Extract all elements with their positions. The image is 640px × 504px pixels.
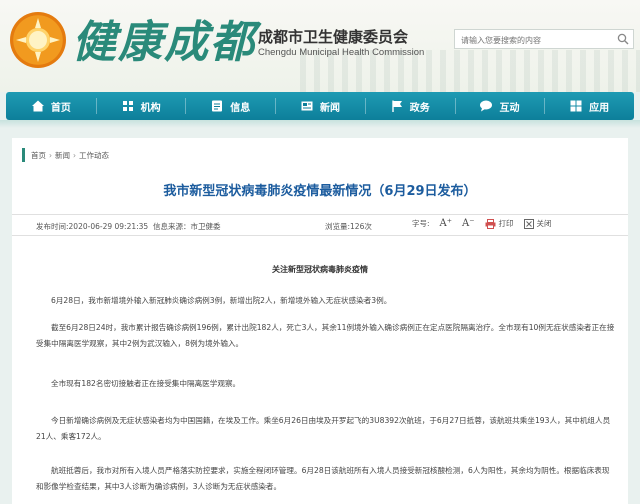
article-paragraph: 全市现有182名密切接触者正在接受集中隔离医学观察。	[51, 379, 241, 388]
article-tools: 字号: A⁺ A⁻ 打印 关闭	[412, 218, 552, 229]
nav-shadow-strip	[0, 120, 640, 128]
info-icon	[212, 100, 223, 112]
nav-label: 互动	[499, 102, 520, 114]
flag-icon	[392, 100, 402, 112]
font-size-control: 字号:	[412, 218, 430, 229]
article-paragraph: 航班抵蓉后，我市对所有入境人员严格落实防控要求，实施全程闭环管理。6月28日该航…	[36, 466, 610, 491]
main-nav: 首页 机构 信息 新闻 政务 互动 应用	[6, 92, 634, 120]
building-icon	[122, 101, 133, 111]
search-input[interactable]	[459, 31, 613, 49]
site-header: 健康成都 成都市卫生健康委员会 Chengdu Municipal Health…	[0, 0, 640, 92]
print-label: 打印	[498, 219, 514, 228]
close-icon	[523, 218, 534, 229]
search-box	[454, 29, 634, 49]
nav-label: 信息	[230, 102, 251, 114]
article-subtitle: 关注新型冠状病毒肺炎疫情	[272, 265, 368, 274]
printer-icon	[485, 218, 496, 229]
brand-calligraphy: 健康成都	[72, 17, 256, 68]
nav-label: 首页	[50, 102, 71, 114]
nav-item-affairs[interactable]: 政务	[364, 92, 455, 120]
publish-time: 发布时间:2020-06-29 09:21:35	[36, 222, 149, 231]
font-increase-button[interactable]: A⁺	[440, 218, 453, 229]
print-button[interactable]: 打印	[485, 218, 514, 229]
breadcrumb-separator: ›	[73, 150, 76, 160]
breadcrumb-item-home[interactable]: 首页	[31, 150, 46, 161]
breadcrumb-item-news[interactable]: 新闻	[55, 150, 70, 161]
article-meta-bar: 发布时间:2020-06-29 09:21:35 信息来源：市卫健委 浏览量:1…	[12, 214, 628, 236]
nav-item-info[interactable]: 信息	[185, 92, 275, 120]
article-paragraph: 截至6月28日24时，我市累计报告确诊病例196例，累计出院182人，死亡3人，…	[36, 323, 615, 348]
logo-icon[interactable]	[10, 12, 66, 68]
article-container: 首页 › 新闻 › 工作动态 我市新型冠状病毒肺炎疫情最新情况（6月29日发布）…	[12, 138, 628, 504]
font-increase-icon: A⁺	[439, 218, 453, 229]
view-count: 浏览量:126次	[325, 222, 372, 231]
nav-item-institutions[interactable]: 机构	[95, 92, 186, 120]
nav-item-home[interactable]: 首页	[6, 92, 96, 120]
font-decrease-button[interactable]: A⁻	[462, 218, 475, 229]
chat-icon	[480, 100, 493, 112]
nav-label: 应用	[589, 102, 610, 114]
article-paragraph: 今日新增确诊病例及无症状感染者均为中国国籍，在埃及工作。乘坐6月26日由埃及开罗…	[36, 416, 611, 441]
search-icon[interactable]	[617, 33, 629, 45]
meta-publish-info: 发布时间:2020-06-29 09:21:35 信息来源：市卫健委	[36, 221, 220, 232]
home-icon	[31, 100, 44, 112]
nav-label: 新闻	[320, 102, 341, 114]
font-size-label: 字号:	[412, 219, 430, 228]
close-button[interactable]: 关闭	[523, 218, 552, 229]
nav-item-apps[interactable]: 应用	[544, 92, 634, 120]
font-decrease-icon: A⁻	[462, 218, 475, 229]
nav-label: 政务	[409, 102, 430, 114]
org-name: 成都市卫生健康委员会	[258, 28, 409, 46]
article-paragraph: 6月28日，我市新增境外输入新冠肺炎确诊病例3例，新增出院2人，新增境外输入无症…	[51, 296, 392, 305]
news-icon	[301, 101, 313, 111]
breadcrumb: 首页 › 新闻 › 工作动态	[22, 148, 112, 162]
close-label: 关闭	[536, 219, 552, 228]
breadcrumb-item-work[interactable]: 工作动态	[79, 150, 109, 161]
article-title: 我市新型冠状病毒肺炎疫情最新情况（6月29日发布）	[163, 184, 477, 199]
nav-item-interaction[interactable]: 互动	[454, 92, 545, 120]
apps-icon	[570, 100, 582, 112]
breadcrumb-separator: ›	[49, 150, 52, 160]
org-name-en: Chengdu Municipal Health Commission	[258, 47, 425, 58]
nav-label: 机构	[140, 102, 161, 114]
nav-item-news[interactable]: 新闻	[275, 92, 365, 120]
info-source: 信息来源：市卫健委	[152, 222, 221, 231]
